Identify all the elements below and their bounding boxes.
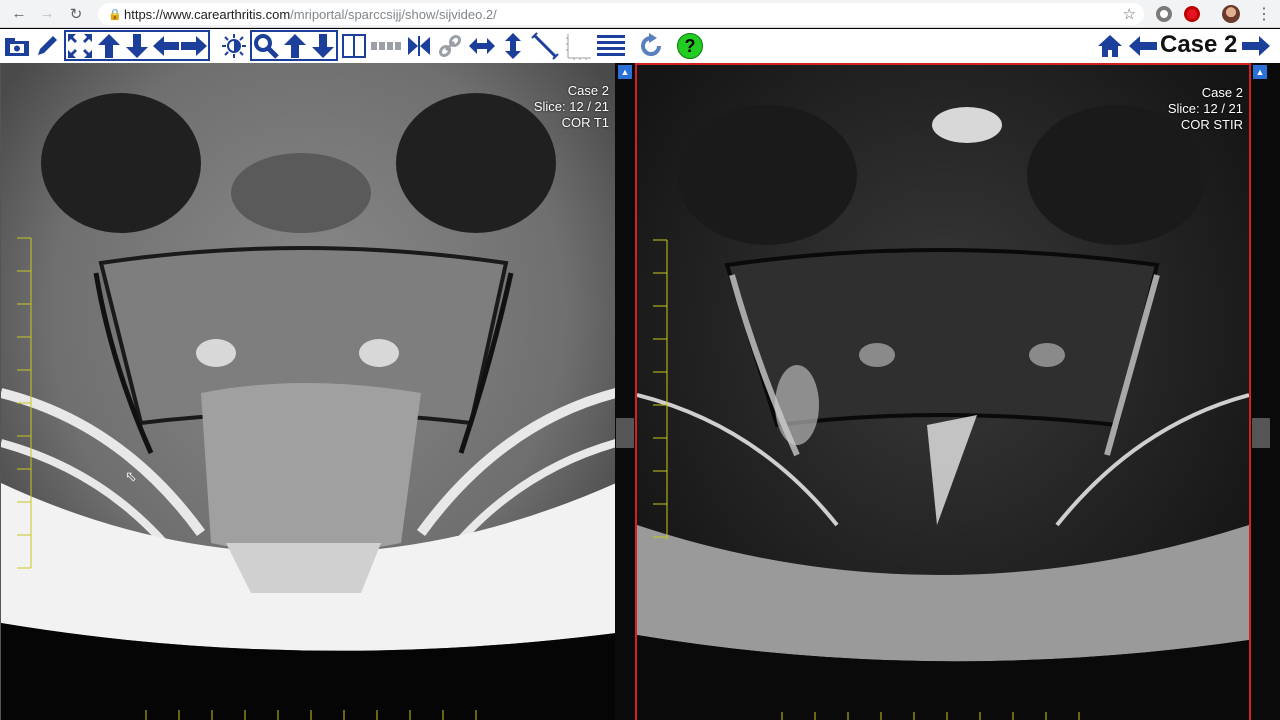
zoom-out-arrow-down-icon[interactable] bbox=[310, 32, 336, 60]
open-study-icon[interactable] bbox=[3, 32, 31, 60]
scale-ruler-icon[interactable] bbox=[563, 32, 593, 60]
horizontal-measure-icon[interactable] bbox=[467, 32, 497, 60]
filmstrip-icon bbox=[370, 32, 402, 60]
slice-scroll-thumb[interactable] bbox=[616, 418, 634, 448]
sequence-label-stir: COR STIR bbox=[1180, 117, 1243, 132]
mouse-cursor-icon: ⬁ bbox=[125, 468, 137, 484]
profile-avatar[interactable] bbox=[1222, 5, 1240, 23]
case-title: Case 2 bbox=[1160, 31, 1238, 58]
next-slice-arrow-down-icon[interactable] bbox=[124, 32, 150, 60]
extension-icon[interactable] bbox=[1156, 6, 1172, 22]
list-menu-icon[interactable] bbox=[596, 32, 626, 60]
annotate-pencil-icon[interactable] bbox=[33, 32, 61, 60]
browser-menu-icon[interactable]: ⋮ bbox=[1256, 4, 1272, 24]
back-icon[interactable]: ← bbox=[5, 0, 33, 28]
reload-icon[interactable]: ↻ bbox=[62, 0, 90, 28]
ruler-line-icon[interactable] bbox=[530, 32, 560, 60]
url-path: /mriportal/sparccsijj/show/sijvideo.2/ bbox=[290, 6, 497, 22]
case-label-stir: Case 2 bbox=[1201, 85, 1243, 100]
left-arrow-icon[interactable] bbox=[152, 32, 180, 60]
lock-icon: 🔒 bbox=[108, 8, 122, 21]
window-level-icon[interactable] bbox=[220, 32, 248, 60]
vertical-measure-icon[interactable] bbox=[500, 32, 526, 60]
right-arrow-icon[interactable] bbox=[180, 32, 208, 60]
slice-counter-stir: Slice: 12 / 21 bbox=[1167, 101, 1243, 116]
home-icon[interactable] bbox=[1096, 32, 1124, 60]
link-icon[interactable] bbox=[436, 32, 464, 60]
scroll-up-icon[interactable]: ▲ bbox=[618, 65, 632, 79]
forward-icon[interactable]: → bbox=[33, 0, 61, 28]
viewport-info-stir: Case 2 Slice: 12 / 21 COR STIR bbox=[1168, 85, 1243, 133]
help-icon[interactable]: ? bbox=[677, 33, 703, 59]
slice-scroll-thumb-right[interactable] bbox=[1252, 418, 1270, 448]
previous-case-arrow-icon[interactable] bbox=[1128, 32, 1158, 60]
fit-to-window-icon[interactable] bbox=[66, 32, 94, 60]
next-case-arrow-icon[interactable] bbox=[1241, 32, 1271, 60]
bookmark-star-icon[interactable]: ☆ bbox=[1123, 5, 1136, 23]
previous-slice-arrow-up-icon[interactable] bbox=[96, 32, 122, 60]
refresh-icon[interactable] bbox=[637, 32, 665, 60]
viewport-t1[interactable]: Case 2 Slice: 12 / 21 COR T1 ⬁ bbox=[0, 63, 615, 720]
url-host: https://www.carearthritis.com bbox=[124, 6, 291, 22]
zoom-magnifier-icon[interactable] bbox=[252, 32, 280, 60]
viewport-gutter-right: ▲ bbox=[1251, 63, 1280, 720]
mri-image-t1 bbox=[1, 63, 615, 720]
slice-counter-t1: Slice: 12 / 21 bbox=[533, 99, 609, 114]
split-layout-icon[interactable] bbox=[340, 32, 368, 60]
address-bar[interactable]: 🔒 https://www.carearthritis.com/mriporta… bbox=[98, 3, 1144, 25]
opera-extension-icon[interactable] bbox=[1184, 6, 1200, 22]
viewport-gutter: ▲ bbox=[615, 63, 635, 720]
case-label-t1: Case 2 bbox=[567, 83, 609, 98]
sync-scroll-icon[interactable] bbox=[405, 32, 433, 60]
viewer-toolbar: ? Case 2 bbox=[0, 29, 1280, 63]
scroll-up-icon-right[interactable]: ▲ bbox=[1253, 65, 1267, 79]
viewport-stir[interactable]: Case 2 Slice: 12 / 21 COR STIR bbox=[635, 63, 1251, 720]
zoom-in-arrow-up-icon[interactable] bbox=[282, 32, 308, 60]
mri-image-stir bbox=[637, 65, 1249, 720]
sequence-label-t1: COR T1 bbox=[561, 115, 609, 130]
browser-toolbar: ← → ↻ 🔒 https://www.carearthritis.com/mr… bbox=[0, 0, 1280, 28]
viewport-info-t1: Case 2 Slice: 12 / 21 COR T1 bbox=[534, 83, 609, 131]
